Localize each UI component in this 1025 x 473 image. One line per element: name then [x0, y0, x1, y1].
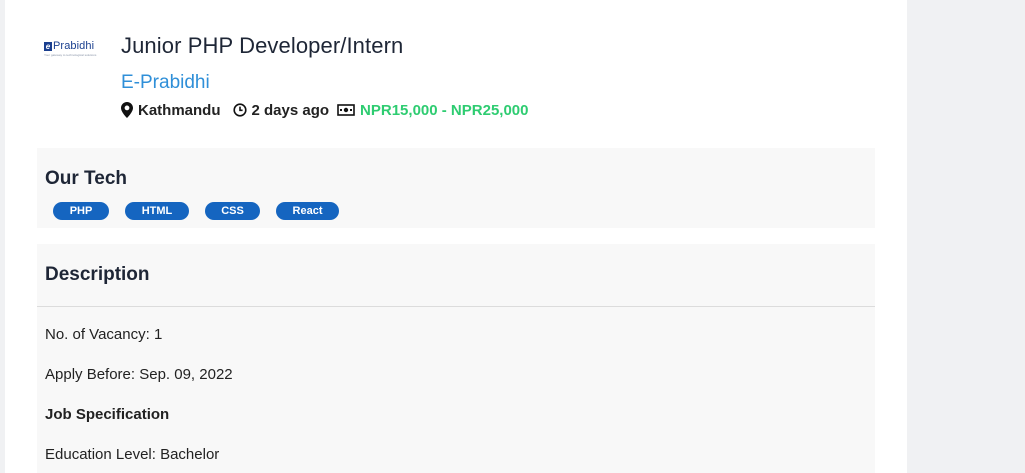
- money-bill-icon: [337, 104, 355, 116]
- our-tech-title: Our Tech: [45, 168, 127, 189]
- description-divider: [37, 306, 875, 307]
- apply-before-text: Apply Before: Sep. 09, 2022: [45, 366, 233, 383]
- location-text: Kathmandu: [138, 101, 221, 119]
- our-tech-section: Our Tech PHP HTML CSS React: [37, 148, 875, 228]
- salary-meta: NPR15,000 - NPR25,000: [337, 102, 528, 119]
- job-specification-heading: Job Specification: [45, 406, 170, 423]
- posted-text: 2 days ago: [251, 101, 330, 119]
- clock-icon: [232, 103, 247, 117]
- logo-tagline: Your gateway to technological solutions: [44, 53, 97, 57]
- posted-meta: 2 days ago: [232, 101, 330, 119]
- job-detail-card: e Prabidhi Your gateway to technological…: [5, 0, 907, 473]
- tech-tag-html[interactable]: HTML: [125, 202, 189, 220]
- tech-tag-list: PHP HTML CSS React: [53, 202, 355, 220]
- tech-tag-react[interactable]: React: [276, 202, 339, 220]
- description-title: Description: [45, 264, 150, 285]
- tech-tag-php[interactable]: PHP: [53, 202, 109, 220]
- company-link[interactable]: E-Prabidhi: [121, 72, 210, 94]
- location-meta: Kathmandu: [121, 102, 221, 119]
- tech-tag-css[interactable]: CSS: [205, 202, 260, 220]
- education-level-text: Education Level: Bachelor: [45, 446, 220, 463]
- logo-mark-icon: e: [44, 41, 52, 51]
- description-section: Description No. of Vacancy: 1 Apply Befo…: [37, 244, 875, 473]
- salary-text: NPR15,000 - NPR25,000: [360, 101, 529, 119]
- job-meta: Kathmandu 2 days ago NPR15,000 - NPR25,0…: [121, 100, 528, 120]
- logo-text: Prabidhi: [53, 40, 95, 52]
- company-logo[interactable]: e Prabidhi Your gateway to technological…: [44, 40, 106, 60]
- job-title: Junior PHP Developer/Intern: [121, 33, 404, 58]
- map-pin-icon: [121, 102, 133, 118]
- vacancy-text: No. of Vacancy: 1: [45, 326, 163, 343]
